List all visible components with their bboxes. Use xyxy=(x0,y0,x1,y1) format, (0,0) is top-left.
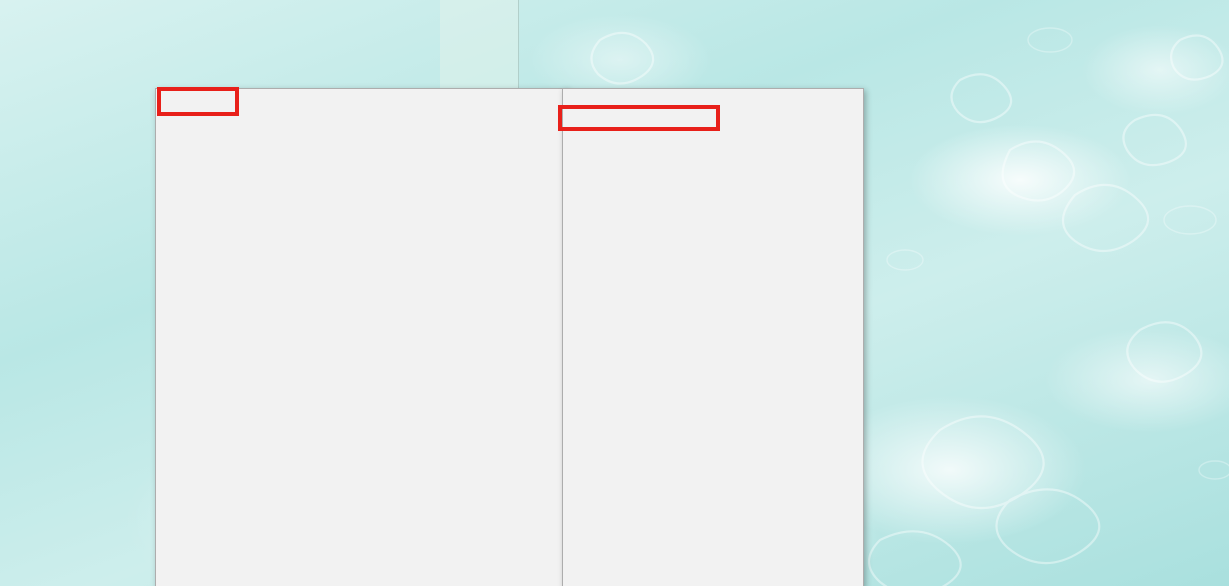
context-menu[interactable] xyxy=(155,88,567,586)
code-editor[interactable] xyxy=(440,0,1229,95)
project-tree[interactable] xyxy=(0,0,148,586)
line-number-gutter xyxy=(440,0,519,95)
new-submenu[interactable] xyxy=(562,88,864,586)
ide-screenshot xyxy=(0,0,1229,586)
